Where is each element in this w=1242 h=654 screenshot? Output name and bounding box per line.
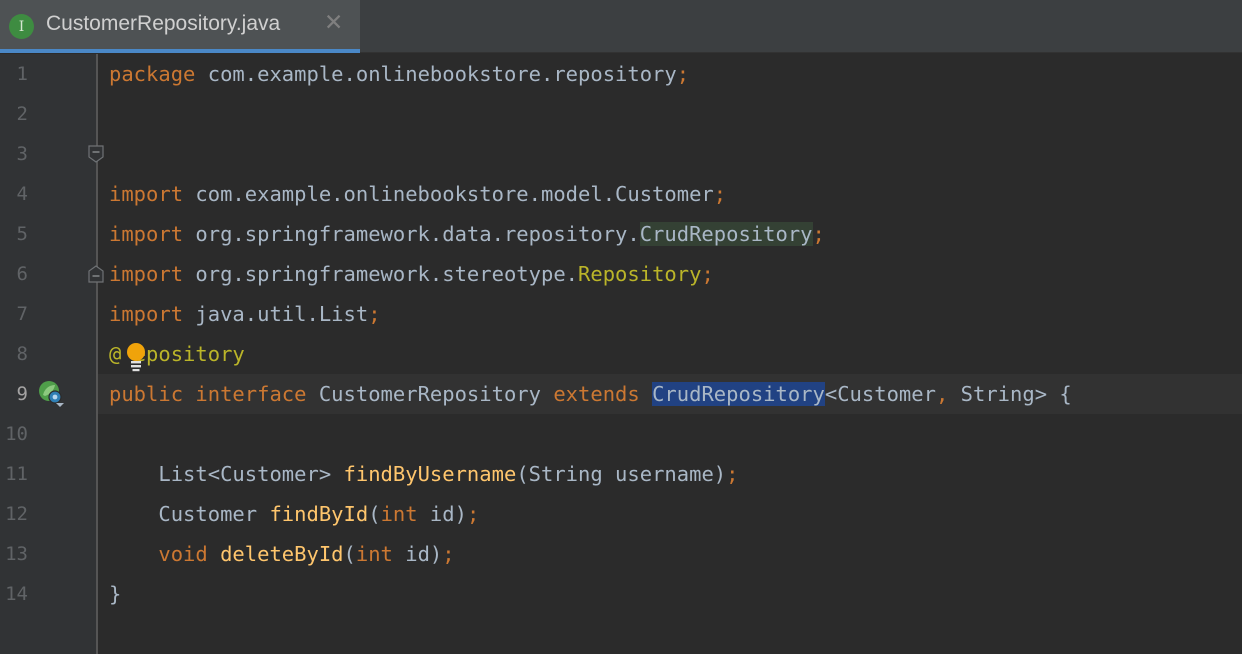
import-path: org.springframework.data.repository. xyxy=(183,222,640,246)
keyword: interface xyxy=(183,382,307,406)
code-line-9[interactable]: public interface CustomerRepository exte… xyxy=(109,374,1072,414)
semicolon: ; xyxy=(713,182,727,206)
code-line-14[interactable]: } xyxy=(109,574,121,614)
package-name: com.example.onlinebookstore.repository xyxy=(195,62,677,86)
line-number: 4 xyxy=(16,183,28,205)
lightbulb-icon[interactable] xyxy=(125,342,147,372)
keyword: import xyxy=(109,262,184,286)
interface-file-icon: I xyxy=(9,14,34,39)
annotation-name: epository xyxy=(133,342,245,366)
semicolon: ; xyxy=(368,302,381,326)
code-editor[interactable]: 1 2 3 4 5 6 7 8 9 10 11 12 13 14 package… xyxy=(0,54,1242,654)
keyword: int xyxy=(355,542,393,566)
line-number: 8 xyxy=(16,343,28,365)
editor-tab-bar: I CustomerRepository.java ✕ xyxy=(0,0,1242,53)
code-line-3[interactable]: import com.example.onlinebookstore.model… xyxy=(109,174,726,214)
keyword: int xyxy=(380,502,418,526)
identifier-usage-highlight: CrudRepository xyxy=(639,222,813,246)
paren: ( xyxy=(368,502,381,526)
semicolon: ; xyxy=(676,62,690,86)
selected-identifier: CrudRepository xyxy=(652,382,825,406)
code-line-4[interactable]: import org.springframework.data.reposito… xyxy=(109,214,825,254)
line-number: 1 xyxy=(16,63,28,85)
method-name: deleteById xyxy=(220,542,344,566)
parameters: id) xyxy=(392,542,443,566)
semicolon: ; xyxy=(442,542,455,566)
import-path: org.springframework.stereotype. xyxy=(183,262,579,286)
keyword: import xyxy=(109,222,184,246)
line-number: 6 xyxy=(16,263,28,285)
keyword: import xyxy=(109,302,184,326)
line-number: 3 xyxy=(16,143,28,165)
code-line-6[interactable]: import java.util.List; xyxy=(109,294,381,334)
keyword: public xyxy=(109,382,184,406)
return-type: List<Customer> xyxy=(158,462,344,486)
line-number: 14 xyxy=(5,583,28,605)
code-line-11[interactable]: List<Customer> findByUsername(String use… xyxy=(109,454,738,494)
annotation-class: Repository xyxy=(578,262,702,286)
import-path: java.util.List xyxy=(183,302,369,326)
file-tab[interactable]: I CustomerRepository.java ✕ xyxy=(0,0,360,53)
keyword: extends xyxy=(553,382,653,406)
gutter-separator xyxy=(96,54,98,654)
parameters: (String username) xyxy=(516,462,727,486)
generic-type: String> { xyxy=(948,382,1072,406)
interface-name: CustomerRepository xyxy=(306,382,554,406)
semicolon: ; xyxy=(701,262,714,286)
line-number: 7 xyxy=(16,303,28,325)
line-number-active: 9 xyxy=(16,383,28,405)
spring-bean-icon[interactable] xyxy=(37,378,67,408)
line-number: 11 xyxy=(5,463,28,485)
line-number: 12 xyxy=(5,503,28,525)
annotation-at: @ xyxy=(109,342,122,366)
semicolon: ; xyxy=(466,502,480,526)
import-path: com.example.onlinebookstore.model.Custom… xyxy=(183,182,714,206)
keyword: package xyxy=(109,62,196,86)
semicolon: ; xyxy=(726,462,739,486)
line-number: 10 xyxy=(5,423,28,445)
code-line-12[interactable]: Customer findById(int id); xyxy=(109,494,479,534)
semicolon: ; xyxy=(812,222,825,246)
code-line-1[interactable]: package com.example.onlinebookstore.repo… xyxy=(109,54,689,94)
method-name: findByUsername xyxy=(343,462,517,486)
method-name: findById xyxy=(269,502,369,526)
line-number: 13 xyxy=(5,543,28,565)
closing-brace: } xyxy=(109,582,122,606)
code-line-5[interactable]: import org.springframework.stereotype.Re… xyxy=(109,254,714,294)
parameters: id) xyxy=(417,502,467,526)
close-icon[interactable]: ✕ xyxy=(324,10,343,36)
keyword: void xyxy=(158,542,221,566)
fold-icon[interactable] xyxy=(88,145,104,163)
return-type: Customer xyxy=(158,502,270,526)
keyword: import xyxy=(109,182,184,206)
code-line-13[interactable]: void deleteById(int id); xyxy=(109,534,455,574)
fold-icon[interactable] xyxy=(88,265,104,283)
paren: ( xyxy=(343,542,356,566)
generic-type: <Customer xyxy=(824,382,936,406)
comma: , xyxy=(935,382,949,406)
line-number: 2 xyxy=(16,103,28,125)
tab-title[interactable]: CustomerRepository.java xyxy=(46,12,280,36)
line-number: 5 xyxy=(16,223,28,245)
